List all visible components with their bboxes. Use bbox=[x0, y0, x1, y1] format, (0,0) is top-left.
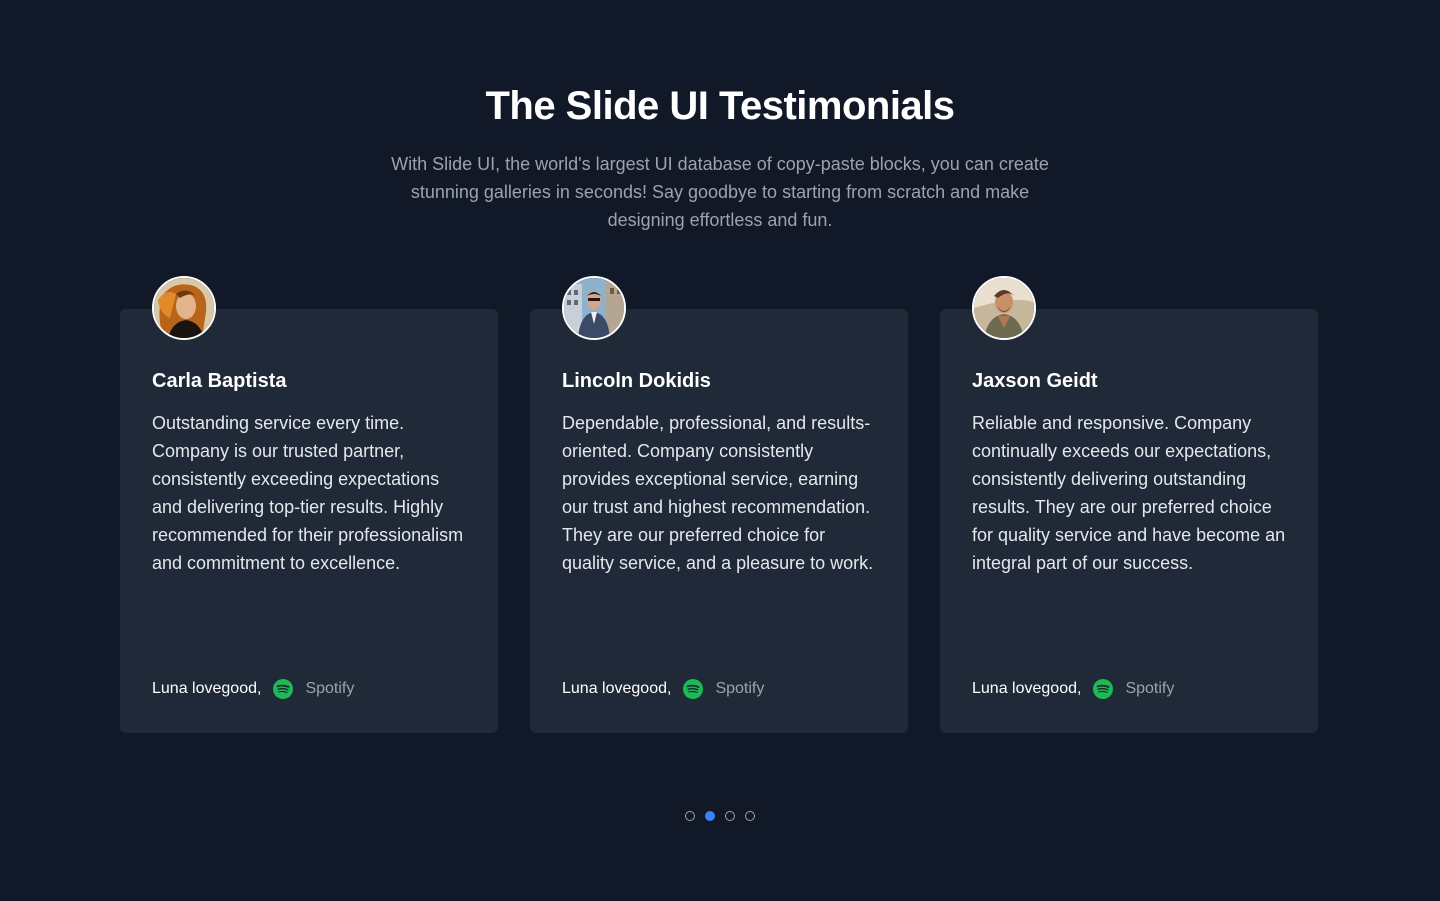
author-name: Luna lovegood, bbox=[562, 680, 672, 697]
testimonial-quote: Outstanding service every time. Company … bbox=[152, 413, 464, 573]
company-name: Spotify bbox=[1125, 680, 1175, 697]
testimonial-name: Carla Baptista bbox=[152, 370, 287, 392]
testimonial-footer: Luna lovegood, Spotify bbox=[562, 677, 764, 701]
testimonial-footer: Luna lovegood, Spotify bbox=[152, 677, 354, 701]
testimonial-name: Jaxson Geidt bbox=[972, 370, 1098, 392]
page-title: The Slide UI Testimonials bbox=[485, 84, 955, 128]
company-name: Spotify bbox=[715, 680, 765, 697]
pagination-dot-4[interactable] bbox=[745, 811, 755, 821]
testimonials-header: The Slide UI Testimonials With Slide UI,… bbox=[0, 80, 1440, 234]
testimonial-card: Lincoln Dokidis Dependable, professional… bbox=[530, 276, 908, 733]
spotify-icon bbox=[683, 679, 704, 699]
company-name: Spotify bbox=[305, 680, 355, 697]
avatar bbox=[562, 276, 626, 340]
testimonial-name: Lincoln Dokidis bbox=[562, 370, 711, 392]
author-name: Luna lovegood, bbox=[152, 680, 262, 697]
testimonial-quote: Reliable and responsive. Company continu… bbox=[972, 413, 1286, 573]
spotify-icon bbox=[273, 679, 294, 699]
avatar bbox=[152, 276, 216, 340]
carousel-pagination bbox=[685, 811, 755, 821]
avatar bbox=[972, 276, 1036, 340]
testimonial-footer: Luna lovegood, Spotify bbox=[972, 677, 1174, 701]
pagination-dot-2[interactable] bbox=[705, 811, 715, 821]
pagination-dot-3[interactable] bbox=[725, 811, 735, 821]
spotify-icon bbox=[1093, 679, 1114, 699]
author-name: Luna lovegood, bbox=[972, 680, 1082, 697]
testimonial-card: Jaxson Geidt Reliable and responsive. Co… bbox=[940, 276, 1318, 733]
pagination-dot-1[interactable] bbox=[685, 811, 695, 821]
page-subtitle: With Slide UI, the world's largest UI da… bbox=[391, 154, 1049, 230]
testimonial-card: Carla Baptista Outstanding service every… bbox=[120, 276, 498, 733]
testimonial-quote: Dependable, professional, and results-or… bbox=[562, 413, 874, 573]
